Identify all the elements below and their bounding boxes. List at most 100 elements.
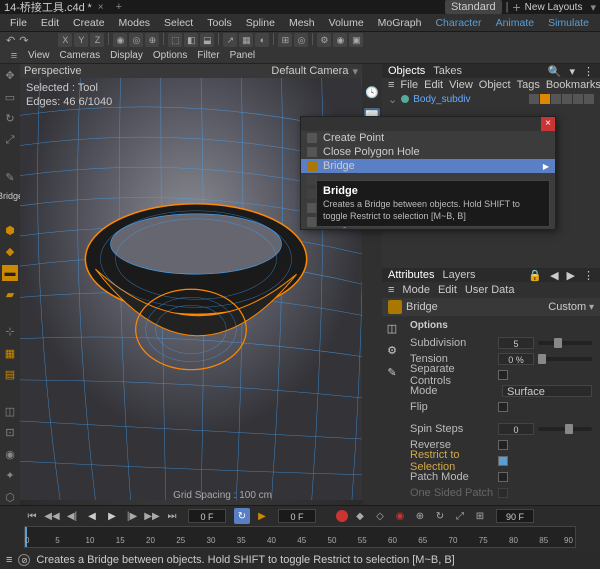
history-icon[interactable]: 🕓 [364,84,380,100]
key-icon[interactable]: ◇ [372,508,388,524]
tool-icon[interactable]: ◧ [184,33,198,47]
tool-icon[interactable]: ◉ [333,33,347,47]
snap-icon[interactable]: ▦ [2,345,18,360]
cube-icon[interactable]: ⬢ [2,222,18,237]
vp-menu-panel[interactable]: Panel [226,50,260,61]
goto-start-icon[interactable]: ⏮ [24,508,40,524]
tool-icon[interactable]: ↗ [223,33,237,47]
menu-mesh[interactable]: Mesh [283,15,321,31]
point-mode-icon[interactable]: ◆ [2,244,18,259]
end-frame-field[interactable]: 0 F [278,509,316,523]
vp-menu-view[interactable]: View [24,50,54,61]
poly-mode-icon[interactable]: ▰ [2,287,18,302]
object-name[interactable]: Body_subdiv [413,94,470,105]
loop-icon[interactable]: ↻ [234,508,250,524]
current-frame-field[interactable]: 0 F [188,509,226,523]
key-icon[interactable]: ⤢ [452,508,468,524]
panel-menu-icon[interactable]: ≡ [388,284,394,296]
menu-modes[interactable]: Modes [113,15,157,31]
menu-volume[interactable]: Volume [323,15,370,31]
menu-item-close-hole[interactable]: Close Polygon Hole [301,145,555,159]
tool-icon[interactable]: ⬚ [168,33,182,47]
menu-select[interactable]: Select [158,15,199,31]
object-tag[interactable] [551,94,561,104]
viewport-menu-icon[interactable]: ≡ [6,49,22,63]
tab-add-icon[interactable]: + [116,1,122,13]
menu-mograph[interactable]: MoGraph [372,15,428,31]
attr-icon[interactable]: ◫ [384,320,400,336]
next-frame-icon[interactable]: |▶ [124,508,140,524]
restrict-checkbox[interactable] [498,456,508,466]
tool-icon[interactable]: ⊡ [2,425,18,440]
tool-icon[interactable]: ⊕ [145,33,159,47]
obj-menu-tags[interactable]: Tags [517,79,540,91]
object-tag[interactable] [562,94,572,104]
key-icon[interactable]: ◆ [352,508,368,524]
separate-checkbox[interactable] [498,370,508,380]
tab-takes[interactable]: Takes [433,65,462,77]
menu-item-create-point[interactable]: Create Point [301,131,555,145]
menu-character[interactable]: Character [429,15,487,31]
play-back-icon[interactable]: ◀ [84,508,100,524]
tool-icon[interactable]: ◎ [129,33,143,47]
tab-attributes[interactable]: Attributes [388,269,434,281]
range-field[interactable]: 90 F [496,509,534,523]
subdivision-slider[interactable] [538,341,592,345]
filter-icon[interactable]: ▾ [569,65,575,78]
edit-tool-icon[interactable]: ✎ [2,169,18,184]
object-tag[interactable] [529,94,539,104]
tool-icon[interactable]: ◐ [255,33,269,47]
tool-icon[interactable]: ⊞ [278,33,292,47]
vp-menu-options[interactable]: Options [149,50,191,61]
tool-icon[interactable]: ◎ [294,33,308,47]
tool-icon[interactable]: ◉ [113,33,127,47]
menu-create[interactable]: Create [67,15,111,31]
menu-edit[interactable]: Edit [35,15,65,31]
obj-menu-file[interactable]: File [400,79,418,91]
subdivision-field[interactable]: 5 [498,337,534,349]
nav-icon[interactable]: ▶ [567,269,575,282]
tool-icon[interactable]: ▦ [239,33,253,47]
edge-mode-icon[interactable]: ▬ [2,265,18,280]
key-icon[interactable]: ⊕ [412,508,428,524]
tension-field[interactable]: 0 % [498,353,534,365]
record-icon[interactable] [336,510,348,522]
vp-menu-filter[interactable]: Filter [193,50,223,61]
layout-add-icon[interactable]: + [512,0,520,15]
timeline-ruler[interactable]: 0 5 10 15 20 25 30 35 40 45 50 55 60 65 … [24,526,576,548]
context-menu-titlebar[interactable]: × [301,117,555,131]
key-icon[interactable]: ↻ [432,508,448,524]
next-key-icon[interactable]: ▶▶ [144,508,160,524]
prev-frame-icon[interactable]: ◀| [64,508,80,524]
spin-field[interactable]: 0 [498,423,534,435]
tab-close-icon[interactable]: × [98,2,104,13]
menu-icon[interactable]: ⋮ [583,269,594,282]
menu-simulate[interactable]: Simulate [542,15,595,31]
tension-slider[interactable] [538,357,592,361]
goto-end-icon[interactable]: ⏭ [164,508,180,524]
rect-select-icon[interactable]: ▭ [2,89,18,104]
tab-objects[interactable]: Objects [388,65,425,77]
rotate-tool-icon[interactable]: ↻ [2,111,18,126]
key-icon[interactable]: ◉ [392,508,408,524]
search-icon[interactable]: 🔍 [548,65,562,78]
attr-menu-edit[interactable]: Edit [438,284,457,296]
onesided-checkbox[interactable] [498,488,508,498]
menu-animate[interactable]: Animate [490,15,541,31]
close-icon[interactable]: × [541,117,555,131]
menu-file[interactable]: File [4,15,33,31]
key-icon[interactable]: ⊞ [472,508,488,524]
tool-icon[interactable]: ⬡ [2,490,18,505]
move-tool-icon[interactable]: ✥ [2,68,18,83]
menu-icon[interactable]: ⋮ [583,65,594,78]
new-layouts-label[interactable]: New Layouts [525,2,583,13]
menu-tools[interactable]: Tools [201,15,238,31]
redo-icon[interactable]: ↷ [19,34,28,47]
tab-layers[interactable]: Layers [442,269,475,281]
menu-item-bridge[interactable]: Bridge▶ [301,159,555,173]
tool-icon[interactable]: ⚙ [317,33,331,47]
tool-icon[interactable]: ⬓ [200,33,214,47]
tool-icon[interactable]: ◫ [2,404,18,419]
obj-menu-bookmarks[interactable]: Bookmarks [546,79,600,91]
stop-icon[interactable]: ⊘ [18,554,30,566]
